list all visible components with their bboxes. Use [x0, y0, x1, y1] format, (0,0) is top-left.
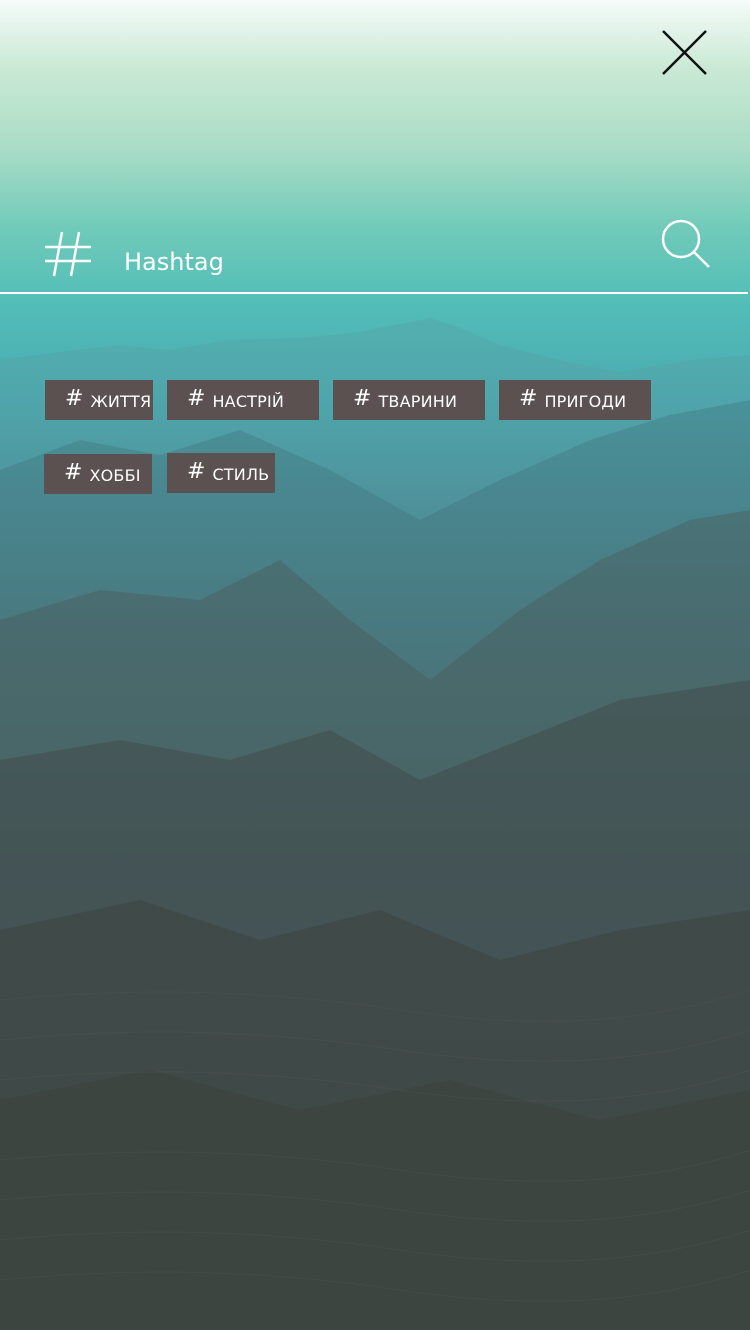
hashtag-icon	[42, 228, 94, 280]
tag-button-khobbi[interactable]: # ХОББІ	[44, 454, 152, 494]
tag-button-zhyttia[interactable]: # ЖИТТЯ	[45, 380, 153, 420]
tag-label: ХОББІ	[89, 465, 141, 485]
tag-hash-symbol: #	[187, 458, 206, 484]
tag-hash-symbol: #	[64, 459, 83, 485]
search-button[interactable]	[658, 216, 712, 270]
hashtag-search-input[interactable]	[124, 240, 624, 284]
tag-button-styl[interactable]: # СТИЛЬ	[167, 453, 275, 493]
tag-button-tvaryny[interactable]: # ТВАРИНИ	[333, 380, 485, 420]
tag-hash-symbol: #	[65, 385, 84, 411]
tag-hash-symbol: #	[353, 385, 372, 411]
tag-hash-symbol: #	[187, 385, 206, 411]
mountain-background-image	[0, 318, 750, 1330]
tag-button-nastrii[interactable]: # НАСТРІЙ	[167, 380, 319, 420]
close-icon	[662, 30, 707, 75]
search-underline	[0, 292, 748, 294]
tag-button-pryhody[interactable]: # ПРИГОДИ	[499, 380, 651, 420]
tag-hash-symbol: #	[519, 385, 538, 411]
search-icon	[661, 219, 710, 268]
tag-label: ТВАРИНИ	[378, 391, 458, 411]
tag-label: ЖИТТЯ	[90, 391, 152, 411]
tag-label: НАСТРІЙ	[212, 391, 285, 411]
close-button[interactable]	[656, 24, 714, 82]
tag-label: СТИЛЬ	[212, 464, 270, 484]
hashtag-search-screen: # ЖИТТЯ # НАСТРІЙ # ТВАРИНИ # ПРИГОДИ # …	[0, 0, 750, 1330]
tag-label: ПРИГОДИ	[544, 391, 627, 411]
